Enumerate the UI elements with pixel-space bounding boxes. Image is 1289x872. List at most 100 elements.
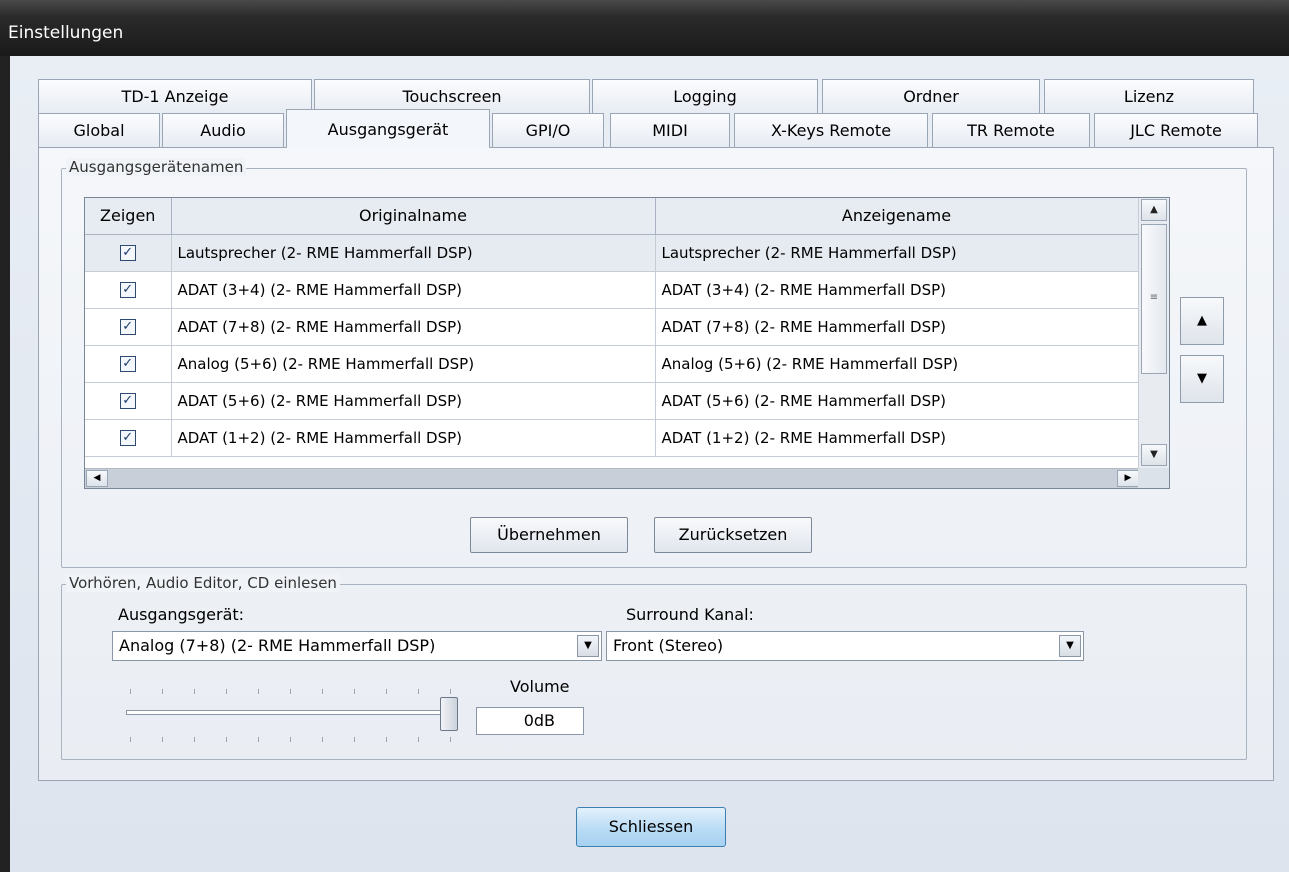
slider-tick: [258, 737, 259, 742]
slider-tick: [226, 737, 227, 742]
volume-slider-thumb[interactable]: [440, 697, 458, 731]
slider-tick: [386, 689, 387, 694]
chevron-down-icon[interactable]: ▼: [577, 635, 599, 657]
show-checkbox[interactable]: ✓: [119, 319, 136, 335]
display-name-cell[interactable]: ADAT (7+8) (2- RME Hammerfall DSP): [655, 308, 1139, 346]
scrollbar-corner: [1138, 468, 1169, 488]
show-checkbox[interactable]: ✓: [119, 430, 136, 446]
title-bar[interactable]: Einstellungen: [0, 0, 1289, 56]
original-name-cell: ADAT (7+8) (2- RME Hammerfall DSP): [171, 308, 656, 346]
original-name-cell: ADAT (1+2) (2- RME Hammerfall DSP): [171, 419, 656, 457]
slider-tick: [450, 689, 451, 694]
original-name-cell: ADAT (5+6) (2- RME Hammerfall DSP): [171, 382, 656, 420]
triangle-up-icon: ▲: [1197, 313, 1207, 328]
preview-legend: Vorhören, Audio Editor, CD einlesen: [66, 574, 340, 592]
output-device-value: Analog (7+8) (2- RME Hammerfall DSP): [119, 636, 436, 655]
slider-tick: [290, 689, 291, 694]
tab-gpio[interactable]: GPI/O: [492, 113, 604, 147]
slider-tick: [130, 737, 131, 742]
show-checkbox[interactable]: ✓: [119, 282, 136, 298]
table-row[interactable]: ✓ ADAT (1+2) (2- RME Hammerfall DSP) ADA…: [85, 419, 1139, 457]
tab-audio[interactable]: Audio: [162, 113, 284, 147]
table-row[interactable]: ✓ ADAT (7+8) (2- RME Hammerfall DSP) ADA…: [85, 308, 1139, 346]
table-header-row: Zeigen Originalname Anzeigename: [85, 198, 1139, 235]
output-device-select[interactable]: Analog (7+8) (2- RME Hammerfall DSP) ▼: [112, 631, 602, 661]
preview-group: Vorhören, Audio Editor, CD einlesen Ausg…: [61, 574, 1247, 760]
tab-logging[interactable]: Logging: [592, 79, 818, 113]
volume-value-field[interactable]: 0dB: [476, 707, 584, 735]
tab-lizenz[interactable]: Lizenz: [1044, 79, 1254, 113]
tab-ausgangsgeraet[interactable]: Ausgangsgerät: [286, 109, 490, 148]
column-header-zeigen[interactable]: Zeigen: [85, 198, 172, 235]
scroll-down-icon[interactable]: ▼: [1141, 444, 1167, 466]
display-name-cell[interactable]: ADAT (1+2) (2- RME Hammerfall DSP): [655, 419, 1139, 457]
device-names-group: Ausgangsgerätenamen Zeigen Originalname …: [61, 158, 1247, 568]
table-row[interactable]: ✓ ADAT (5+6) (2- RME Hammerfall DSP) ADA…: [85, 382, 1139, 420]
tab-global[interactable]: Global: [38, 113, 160, 147]
display-name-cell[interactable]: ADAT (3+4) (2- RME Hammerfall DSP): [655, 271, 1139, 309]
show-checkbox[interactable]: ✓: [119, 245, 136, 261]
volume-label: Volume: [510, 677, 570, 696]
scroll-thumb-grip-icon[interactable]: ≡: [1141, 224, 1167, 374]
tab-xkeys-remote[interactable]: X-Keys Remote: [734, 113, 928, 147]
original-name-cell: Analog (5+6) (2- RME Hammerfall DSP): [171, 345, 656, 383]
reset-button[interactable]: Zurücksetzen: [654, 517, 812, 553]
table-row[interactable]: ✓ ADAT (3+4) (2- RME Hammerfall DSP) ADA…: [85, 271, 1139, 309]
show-cell: ✓: [85, 308, 172, 346]
window-title: Einstellungen: [8, 23, 124, 43]
show-cell: ✓: [85, 345, 172, 383]
device-names-legend: Ausgangsgerätenamen: [66, 158, 247, 176]
slider-tick: [226, 689, 227, 694]
tab-pane-ausgangsgeraet: Ausgangsgerätenamen Zeigen Originalname …: [38, 147, 1274, 781]
show-cell: ✓: [85, 382, 172, 420]
vertical-scrollbar[interactable]: ▲ ≡ ▼: [1138, 198, 1169, 469]
tab-ordner[interactable]: Ordner: [822, 79, 1040, 113]
slider-tick: [162, 737, 163, 742]
slider-tick: [194, 689, 195, 694]
display-name-cell[interactable]: Analog (5+6) (2- RME Hammerfall DSP): [655, 345, 1139, 383]
dialog-client: TD-1 Anzeige Touchscreen Logging Ordner …: [10, 56, 1289, 872]
tab-touchscreen[interactable]: Touchscreen: [314, 79, 590, 113]
move-down-button[interactable]: ▼: [1180, 355, 1224, 403]
slider-tick: [386, 737, 387, 742]
slider-tick: [258, 689, 259, 694]
display-name-cell[interactable]: Lautsprecher (2- RME Hammerfall DSP): [655, 234, 1139, 272]
tab-td1-anzeige[interactable]: TD-1 Anzeige: [38, 79, 312, 113]
apply-button[interactable]: Übernehmen: [470, 517, 628, 553]
slider-tick: [290, 737, 291, 742]
scroll-right-icon[interactable]: ▶: [1117, 470, 1139, 487]
triangle-down-icon: ▼: [1197, 371, 1207, 386]
slider-tick: [354, 737, 355, 742]
scroll-up-icon[interactable]: ▲: [1141, 199, 1167, 221]
chevron-down-icon[interactable]: ▼: [1059, 635, 1081, 657]
slider-tick: [418, 737, 419, 742]
slider-tick: [322, 689, 323, 694]
device-grid: Zeigen Originalname Anzeigename ✓ Lautsp…: [85, 198, 1139, 457]
display-name-cell[interactable]: ADAT (5+6) (2- RME Hammerfall DSP): [655, 382, 1139, 420]
move-up-button[interactable]: ▲: [1180, 297, 1224, 345]
slider-tick: [322, 737, 323, 742]
slider-tick: [194, 737, 195, 742]
tab-jlc-remote[interactable]: JLC Remote: [1094, 113, 1258, 147]
tab-midi[interactable]: MIDI: [610, 113, 730, 147]
volume-slider-track: [126, 710, 458, 715]
horizontal-scrollbar[interactable]: ◀ ▶: [85, 468, 1140, 488]
show-checkbox[interactable]: ✓: [119, 393, 136, 409]
original-name-cell: Lautsprecher (2- RME Hammerfall DSP): [171, 234, 656, 272]
device-table[interactable]: Zeigen Originalname Anzeigename ✓ Lautsp…: [84, 197, 1170, 489]
slider-tick: [130, 689, 131, 694]
close-button[interactable]: Schliessen: [576, 807, 726, 847]
slider-tick: [162, 689, 163, 694]
table-row[interactable]: ✓ Lautsprecher (2- RME Hammerfall DSP) L…: [85, 234, 1139, 272]
column-header-anzeigename[interactable]: Anzeigename: [655, 198, 1139, 235]
scroll-left-icon[interactable]: ◀: [86, 470, 108, 487]
table-row[interactable]: ✓ Analog (5+6) (2- RME Hammerfall DSP) A…: [85, 345, 1139, 383]
surround-channel-label: Surround Kanal:: [626, 605, 754, 624]
column-header-originalname[interactable]: Originalname: [171, 198, 656, 235]
surround-channel-value: Front (Stereo): [613, 636, 724, 655]
show-cell: ✓: [85, 419, 172, 457]
surround-channel-select[interactable]: Front (Stereo) ▼: [606, 631, 1084, 661]
show-cell: ✓: [85, 271, 172, 309]
show-checkbox[interactable]: ✓: [119, 356, 136, 372]
tab-tr-remote[interactable]: TR Remote: [932, 113, 1090, 147]
